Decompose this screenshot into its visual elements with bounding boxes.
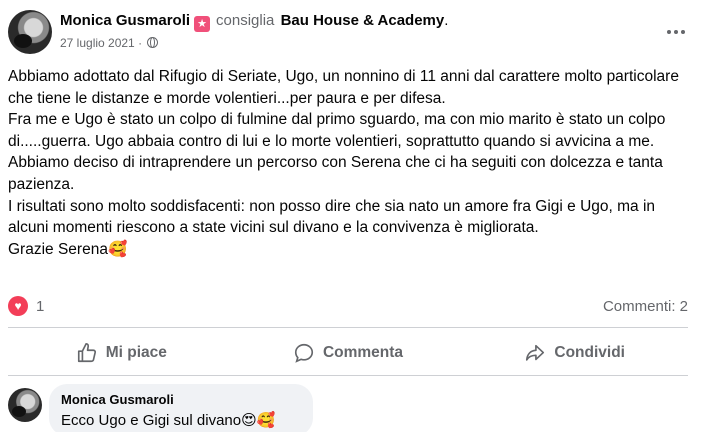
post-paragraph: Abbiamo adottato dal Rifugio di Seriate,… xyxy=(8,68,679,107)
dot-icon xyxy=(681,30,685,34)
share-label: Condividi xyxy=(554,344,625,361)
share-button[interactable]: Condividi xyxy=(461,333,688,373)
author-avatar[interactable] xyxy=(8,10,52,54)
post-header: Monica Gusmaroli ★ consiglia Bau House & A… xyxy=(8,10,698,56)
post-author-line: Monica Gusmaroli ★ consiglia Bau House & A… xyxy=(60,12,448,32)
post-date[interactable]: 27 luglio 2021 xyxy=(60,36,135,50)
post-paragraph: I risultati sono molto soddisfacenti: no… xyxy=(8,197,656,237)
comment-bubble: Monica Gusmaroli Ecco Ugo e Gigi sul div… xyxy=(49,384,313,432)
recommended-page-link[interactable]: Bau House & Academy xyxy=(281,12,445,29)
comments-count[interactable]: Commenti: 2 xyxy=(603,298,688,315)
page-suffix: . xyxy=(444,12,449,29)
dot-icon xyxy=(667,30,671,34)
star-badge-icon: ★ xyxy=(194,16,211,32)
recommends-verb: consiglia xyxy=(216,12,275,29)
comment-item: Monica Gusmaroli Ecco Ugo e Gigi sul div… xyxy=(8,384,698,432)
globe-icon xyxy=(147,37,159,48)
comment-author[interactable]: Monica Gusmaroli xyxy=(61,392,301,407)
post-actions: Mi piace Commenta Condividi xyxy=(8,333,688,373)
reaction-count[interactable]: 1 xyxy=(36,298,44,315)
reaction-summary: ♥ 1 Commenti: 2 xyxy=(8,296,688,318)
comment-button[interactable]: Commenta xyxy=(235,333,462,373)
commenter-avatar[interactable] xyxy=(8,388,42,422)
heart-icon[interactable]: ♥ xyxy=(8,296,28,316)
post-paragraph: Grazie Serena🥰 xyxy=(8,240,128,258)
comment-label: Commenta xyxy=(322,344,404,361)
like-button[interactable]: Mi piace xyxy=(8,333,235,373)
divider xyxy=(8,375,688,376)
share-arrow-icon xyxy=(526,344,545,361)
post-meta: 27 luglio 2021 · xyxy=(60,36,159,50)
more-options-button[interactable] xyxy=(658,14,694,50)
dot-icon xyxy=(674,30,678,34)
post-body: Abbiamo adottato dal Rifugio di Seriate,… xyxy=(8,66,694,260)
speech-bubble-icon xyxy=(294,343,314,363)
divider xyxy=(8,327,688,328)
meta-separator: · xyxy=(138,36,143,50)
comment-text: Ecco Ugo e Gigi sul divano😍🥰 xyxy=(61,412,276,429)
thumbs-up-icon xyxy=(77,343,96,363)
like-label: Mi piace xyxy=(105,344,167,361)
post-author-name[interactable]: Monica Gusmaroli xyxy=(60,12,190,29)
post-paragraph: Fra me e Ugo è stato un colpo di fulmine… xyxy=(8,111,666,150)
post-paragraph: Abbiamo deciso di intraprendere un perco… xyxy=(8,154,663,193)
